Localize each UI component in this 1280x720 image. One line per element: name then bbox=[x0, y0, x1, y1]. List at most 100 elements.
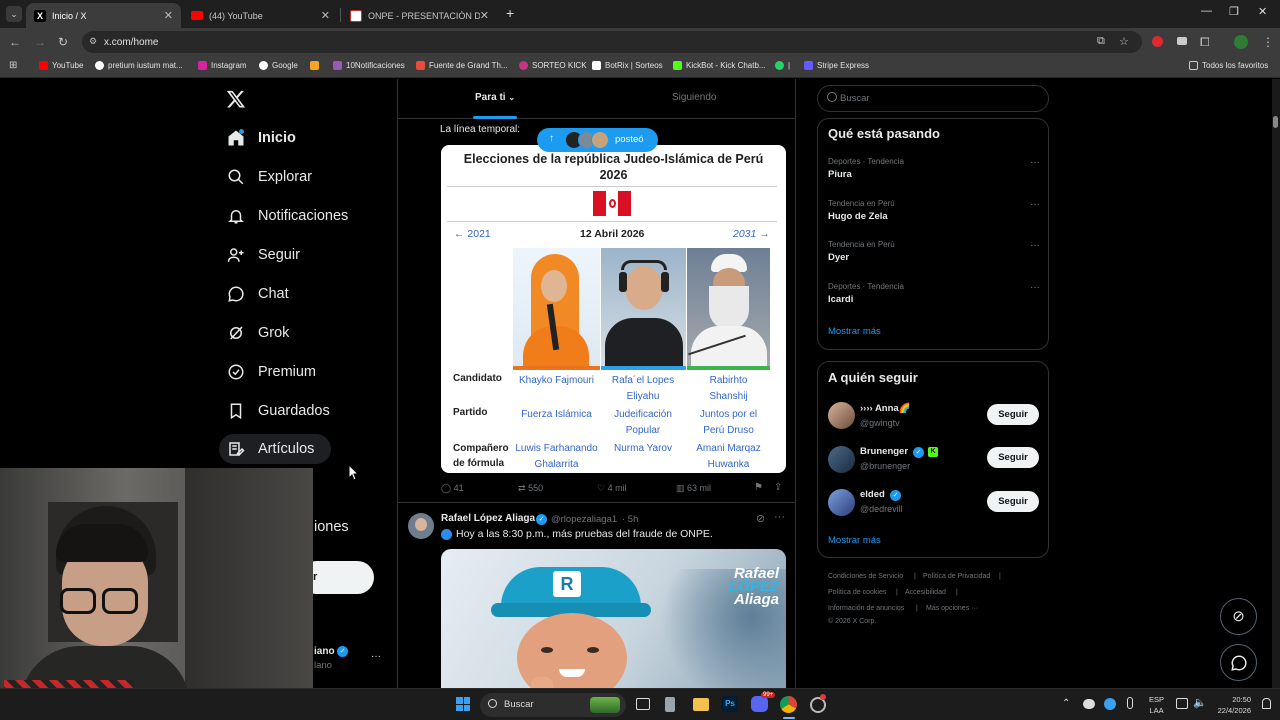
page-scrollbar[interactable] bbox=[1272, 79, 1280, 688]
account-more-icon[interactable]: ··· bbox=[371, 651, 381, 662]
candidate-2-party[interactable]: Judeificación Popular bbox=[597, 407, 689, 438]
footer-link[interactable]: Más opciones ··· bbox=[926, 605, 978, 612]
close-icon[interactable]: ✕ bbox=[164, 9, 173, 22]
follow-button[interactable]: Seguir bbox=[987, 447, 1039, 468]
account-name-partial[interactable]: iano bbox=[314, 646, 335, 657]
tray-icon[interactable] bbox=[1104, 698, 1116, 710]
app-icon[interactable] bbox=[665, 697, 675, 712]
like-action[interactable]: ♡ 4 mil bbox=[597, 483, 627, 494]
new-tab-button[interactable]: + bbox=[506, 5, 514, 21]
show-more-link[interactable]: Mostrar más bbox=[828, 326, 881, 337]
bookmark-item[interactable]: YouTube bbox=[39, 61, 83, 70]
follow-name[interactable]: ›››› Anna🌈 bbox=[860, 403, 911, 414]
follow-name[interactable]: Brunenger bbox=[860, 446, 908, 457]
close-window-button[interactable]: ✕ bbox=[1258, 5, 1267, 18]
x-logo-icon[interactable] bbox=[226, 89, 246, 109]
more-options-icon[interactable]: ··· bbox=[1030, 282, 1040, 293]
microphone-icon[interactable] bbox=[1127, 697, 1133, 709]
candidate-1-name[interactable]: Khayko Fajmouri bbox=[513, 373, 600, 389]
more-options-icon[interactable]: ··· bbox=[774, 511, 785, 523]
trend-item[interactable]: Tendencia en Perú Hugo de Zela ··· bbox=[828, 199, 1040, 222]
extension-icon[interactable] bbox=[1177, 37, 1187, 45]
close-icon[interactable]: ✕ bbox=[321, 9, 330, 22]
candidate-3-name[interactable]: Rabirhto Shanshij bbox=[684, 373, 773, 404]
show-more-link[interactable]: Mostrar más bbox=[828, 535, 881, 546]
footer-link[interactable]: Información de anuncios bbox=[828, 605, 904, 612]
tab-for-you[interactable]: Para ti ⌄ bbox=[475, 92, 515, 103]
more-options-icon[interactable]: ··· bbox=[1030, 199, 1040, 210]
nav-more-options-partial[interactable]: iones bbox=[314, 519, 349, 535]
chat-float-button[interactable] bbox=[1220, 644, 1257, 681]
discord-icon[interactable] bbox=[751, 696, 768, 712]
bookmark-item[interactable]: BotRix | Sorteos bbox=[592, 61, 663, 70]
nav-premium[interactable]: Premium bbox=[227, 363, 316, 381]
bookmark-item[interactable]: 10Notificaciones bbox=[333, 61, 405, 70]
nav-grok[interactable]: Grok bbox=[227, 324, 289, 342]
extensions-puzzle-icon[interactable]: ⧠ bbox=[1200, 35, 1210, 50]
follow-button[interactable]: Seguir bbox=[987, 491, 1039, 512]
nav-explore[interactable]: Explorar bbox=[227, 168, 312, 186]
restore-button[interactable]: ❐ bbox=[1229, 5, 1239, 18]
task-view-icon[interactable] bbox=[636, 698, 650, 710]
candidate-1-party[interactable]: Fuerza Islámica bbox=[509, 407, 604, 423]
extension-icon[interactable] bbox=[1152, 36, 1163, 47]
views-action[interactable]: ▥ 63 mil bbox=[676, 483, 711, 494]
bookmark-item[interactable]: Google bbox=[259, 61, 298, 70]
tab-following[interactable]: Siguiendo bbox=[672, 92, 716, 103]
clock[interactable]: 20:50 22/4/2026 bbox=[1213, 694, 1251, 716]
bookmark-item[interactable]: Fuente de Grand Th... bbox=[416, 61, 508, 70]
follow-name[interactable]: elded bbox=[860, 489, 885, 500]
trend-item[interactable]: Deportes · Tendencia Icardi ··· bbox=[828, 282, 1040, 305]
post-image-card[interactable]: Elecciones de la república Judeo-Islámic… bbox=[441, 145, 786, 473]
candidate-3-party[interactable]: Juntos por el Perú Druso bbox=[684, 407, 773, 438]
install-app-icon[interactable]: ⧉ bbox=[1097, 35, 1105, 48]
candidate-1-mate[interactable]: Luwis Farhanando Ghalarrita bbox=[507, 441, 606, 472]
profile-avatar[interactable] bbox=[1234, 35, 1248, 49]
footer-link[interactable]: Condiciones de Servicio bbox=[828, 573, 903, 580]
tab-search-button[interactable]: ⌄ bbox=[6, 6, 22, 22]
windows-start-icon[interactable] bbox=[456, 697, 470, 711]
notifications-bell-icon[interactable] bbox=[1262, 698, 1271, 709]
footer-link[interactable]: Accesibilidad bbox=[905, 589, 946, 596]
post-time[interactable]: · 5h bbox=[622, 514, 638, 525]
nav-follow[interactable]: Seguir bbox=[227, 246, 300, 264]
network-icon[interactable] bbox=[1176, 698, 1188, 709]
address-bar[interactable]: ⚙ x.com/home ⧉ ☆ bbox=[82, 31, 1142, 53]
new-posts-pill[interactable]: ↑ posteó bbox=[537, 128, 658, 152]
follow-button[interactable]: Seguir bbox=[987, 404, 1039, 425]
close-icon[interactable]: ✕ bbox=[480, 9, 489, 22]
bookmark-star-icon[interactable]: ☆ bbox=[1119, 35, 1129, 48]
bookmark-item[interactable]: Instagram bbox=[198, 61, 247, 70]
avatar[interactable] bbox=[828, 402, 855, 429]
post-image[interactable]: R Rafael LÓPEZ Aliaga bbox=[441, 549, 786, 688]
back-icon[interactable]: ← bbox=[9, 35, 21, 49]
candidate-3-mate[interactable]: Amani Marqaz Huwanka bbox=[684, 441, 773, 472]
more-options-icon[interactable]: ··· bbox=[1030, 157, 1040, 168]
footer-link[interactable]: Política de cookies bbox=[828, 589, 886, 596]
avatar[interactable] bbox=[408, 513, 434, 539]
chrome-icon[interactable] bbox=[780, 696, 797, 713]
photoshop-icon[interactable]: Ps bbox=[722, 696, 738, 712]
site-info-icon[interactable]: ⚙ bbox=[89, 36, 97, 47]
bookmark-item[interactable]: pretium iustum mat... bbox=[95, 61, 183, 70]
tab-youtube[interactable]: (44) YouTube ✕ bbox=[183, 3, 338, 28]
grok-icon[interactable]: ⊘ bbox=[756, 512, 765, 525]
trend-item[interactable]: Deportes · Tendencia Piura ··· bbox=[828, 157, 1040, 180]
repost-action[interactable]: ⇄ 550 bbox=[518, 483, 543, 494]
bookmark-icon[interactable]: ⚑ bbox=[754, 482, 763, 493]
grok-float-button[interactable]: ⊘ bbox=[1220, 598, 1257, 635]
avatar[interactable] bbox=[828, 446, 855, 473]
post-author[interactable]: Rafael López Aliaga bbox=[441, 513, 535, 524]
next-election-link[interactable]: 2031 → bbox=[733, 228, 770, 240]
avatar[interactable] bbox=[828, 489, 855, 516]
bookmark-item[interactable]: KickBot - Kick Chatb... bbox=[673, 61, 766, 70]
candidate-2-mate[interactable]: Nurma Yarov bbox=[597, 441, 689, 457]
nav-chat[interactable]: Chat bbox=[227, 285, 289, 303]
more-options-icon[interactable]: ··· bbox=[1030, 240, 1040, 251]
scrollbar-thumb[interactable] bbox=[1273, 116, 1278, 128]
language-indicator[interactable]: ESP LAA bbox=[1149, 694, 1164, 716]
bookmark-item[interactable]: Stripe Express bbox=[804, 61, 869, 70]
file-explorer-icon[interactable] bbox=[693, 698, 709, 711]
nav-notifications[interactable]: Notificaciones bbox=[227, 207, 348, 225]
minimize-button[interactable]: — bbox=[1201, 5, 1212, 17]
